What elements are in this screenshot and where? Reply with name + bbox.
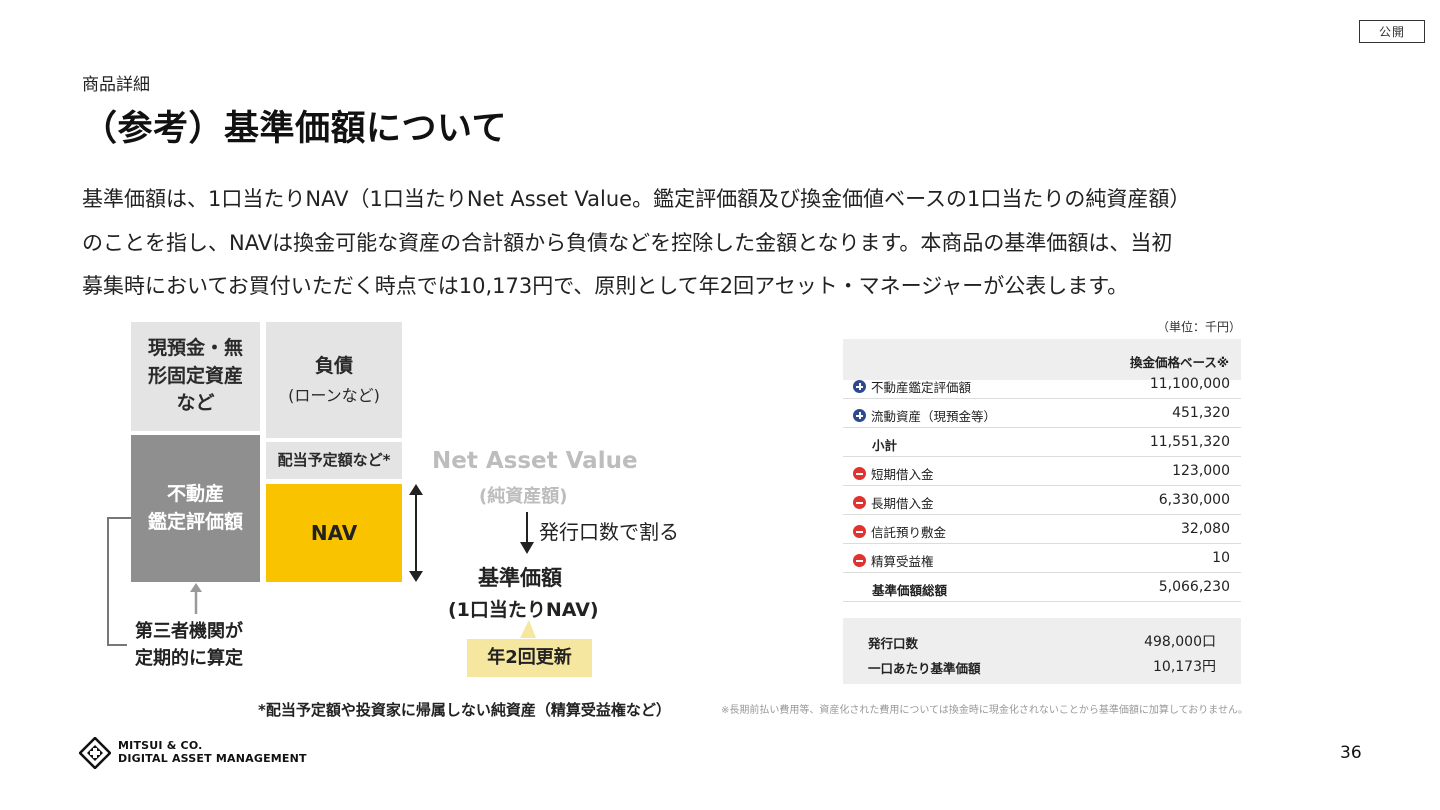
minus-circle-icon: [853, 525, 866, 538]
table-unit: （単位：千円）: [1156, 320, 1241, 334]
table-header-label: 換金価格ベース※: [1129, 355, 1229, 370]
appraisal-note-line-2: 定期的に算定: [135, 648, 243, 669]
footnote-prepaid: ※長期前払い費用等、資産化された費用については換金時に現金化されないことから基準…: [721, 705, 1248, 716]
table-summary: 発行口数 498,000口 一口あたり基準価額 10,173円: [843, 618, 1241, 684]
row-value: 451,320: [1172, 405, 1230, 421]
units-issued-label: 発行口数: [868, 636, 919, 651]
table-row: 信託預り敷金 32,080: [843, 515, 1241, 544]
nav-title: Net Asset Value: [432, 448, 638, 474]
liability-sub: (ローンなど): [288, 386, 380, 406]
row-label: 小計: [872, 438, 898, 453]
row-value: 6,330,000: [1158, 492, 1230, 508]
row-value: 10: [1212, 550, 1230, 566]
plus-circle-icon: [853, 380, 866, 393]
body-line-1: 基準価額は、1口当たりNAV（1口当たりNet Asset Value。鑑定評価…: [82, 187, 1191, 211]
update-pointer: [520, 620, 536, 638]
bracket-line: [107, 517, 131, 646]
row-label: 不動産鑑定評価額: [871, 380, 972, 395]
row-value: 11,100,000: [1149, 376, 1230, 392]
company-logo-icon: [79, 737, 111, 769]
minus-circle-icon: [853, 467, 866, 480]
double-arrow-bottom: [409, 571, 423, 582]
row-label: 精算受益権: [871, 554, 934, 569]
double-arrow-top: [409, 484, 423, 495]
body-line-3: 募集時においてお買付いただく時点では10,173円で、原則として年2回アセット・…: [82, 274, 1129, 298]
table-row: 不動産鑑定評価額 11,100,000: [843, 370, 1241, 399]
plus-circle-icon: [853, 409, 866, 422]
row-value: 123,000: [1172, 463, 1230, 479]
row-value: 32,080: [1181, 521, 1230, 537]
cash-box-line-3: など: [176, 392, 215, 415]
cash-assets-box: 現預金・無 形固定資産 など: [131, 322, 260, 431]
table-row: 流動資産（現預金等） 451,320: [843, 399, 1241, 428]
table-row-subtotal: 小計 11,551,320: [843, 428, 1241, 457]
public-badge: 公開: [1359, 20, 1425, 43]
appraisal-note-line-1: 第三者機関が: [135, 621, 243, 642]
minus-circle-icon: [853, 496, 866, 509]
row-label: 信託預り敷金: [871, 525, 947, 540]
base-price-sub: (1口当たりNAV): [448, 599, 599, 621]
liability-box: 負債 (ローンなど): [266, 322, 402, 438]
appraisal-note: 第三者機関が 定期的に算定: [135, 618, 243, 672]
company-logo-text: MITSUI & CO. DIGITAL ASSET MANAGEMENT: [118, 739, 307, 765]
update-badge: 年2回更新: [467, 639, 592, 677]
cash-box-line-2: 形固定資産: [147, 364, 243, 387]
up-arrow-head: [190, 583, 202, 592]
row-value: 11,551,320: [1149, 434, 1230, 450]
page-number: 36: [1340, 743, 1362, 763]
table-row: 長期借入金 6,330,000: [843, 486, 1241, 515]
page-title: （参考）基準価額について: [82, 109, 507, 149]
row-label: 短期借入金: [871, 467, 934, 482]
base-price-title: 基準価額: [478, 566, 562, 590]
minus-circle-icon: [853, 554, 866, 567]
body-line-2: のことを指し、NAVは換金可能な資産の合計額から負債などを控除した金額となります…: [82, 231, 1173, 255]
liability-label: 負債: [314, 354, 353, 377]
row-label: 基準価額総額: [872, 583, 948, 598]
section-label: 商品詳細: [82, 75, 150, 95]
divide-arrow-head: [520, 542, 534, 554]
divide-label: 発行口数で割る: [539, 520, 679, 544]
base-price-per-unit-value: 10,173円: [1153, 659, 1216, 675]
cash-box-line-1: 現預金・無: [147, 337, 243, 360]
footnote-dividend: *配当予定額や投資家に帰属しない純資産（精算受益権など）: [258, 701, 671, 719]
logo-line-1: MITSUI & CO.: [118, 739, 203, 752]
units-issued-value: 498,000口: [1144, 634, 1216, 650]
logo-line-2: DIGITAL ASSET MANAGEMENT: [118, 752, 307, 765]
row-label: 流動資産（現預金等）: [871, 409, 997, 424]
nav-sub: (純資産額): [479, 486, 568, 507]
base-price-per-unit-label: 一口あたり基準価額: [868, 661, 981, 676]
row-label: 長期借入金: [871, 496, 934, 511]
table-row: 精算受益権 10: [843, 544, 1241, 573]
table-row: 短期借入金 123,000: [843, 457, 1241, 486]
table-row-total: 基準価額総額 5,066,230: [843, 573, 1241, 602]
row-value: 5,066,230: [1158, 579, 1230, 595]
